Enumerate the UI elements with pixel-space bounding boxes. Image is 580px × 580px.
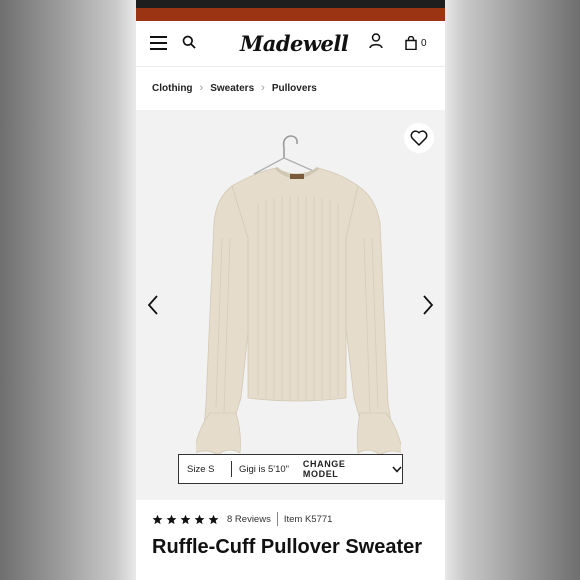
star-icon xyxy=(208,514,219,524)
star-icon xyxy=(180,514,191,524)
account-icon[interactable] xyxy=(368,32,384,50)
breadcrumb: Clothing › Sweaters › Pullovers xyxy=(136,68,445,108)
rating-row: 8 Reviews Item K5771 xyxy=(152,510,332,528)
favorite-button[interactable] xyxy=(404,123,434,153)
product-image[interactable] xyxy=(196,128,401,458)
breadcrumb-clothing[interactable]: Clothing xyxy=(152,83,193,94)
model-size: Size S xyxy=(187,463,215,475)
reviews-link[interactable]: 8 Reviews xyxy=(227,514,271,525)
previous-image-button[interactable] xyxy=(146,294,160,316)
chevron-right-icon xyxy=(423,295,434,315)
search-icon[interactable] xyxy=(180,33,198,51)
star-icon xyxy=(166,514,177,524)
menu-icon[interactable] xyxy=(150,35,170,51)
product-image-gallery: Size S Gigi is 5'10" CHANGE MODEL xyxy=(136,110,445,500)
phone-screen: Madewell 0 Clothing › Sweaters › Pullove… xyxy=(136,0,445,580)
model-info-bar: Size S Gigi is 5'10" CHANGE MODEL xyxy=(178,454,403,484)
divider xyxy=(276,512,278,526)
chevron-right-icon: › xyxy=(199,82,204,94)
change-model-button[interactable]: CHANGE MODEL xyxy=(303,459,402,479)
shopping-bag-icon[interactable] xyxy=(404,35,418,51)
heart-icon xyxy=(410,130,428,146)
brand-logo[interactable]: Madewell xyxy=(240,29,349,59)
item-number: Item K5771 xyxy=(283,513,333,525)
status-bar xyxy=(136,0,445,8)
divider xyxy=(230,461,232,477)
star-icon xyxy=(152,514,163,524)
model-height: Gigi is 5'10" xyxy=(238,463,290,475)
cart-count[interactable]: 0 xyxy=(421,38,427,49)
breadcrumb-sweaters[interactable]: Sweaters xyxy=(210,83,254,94)
breadcrumb-pullovers[interactable]: Pullovers xyxy=(272,83,317,94)
promo-banner-strip xyxy=(136,8,445,21)
site-header: Madewell 0 xyxy=(136,21,445,67)
chevron-left-icon xyxy=(147,295,158,315)
change-model-label: CHANGE MODEL xyxy=(302,459,346,479)
chevron-right-icon: › xyxy=(261,82,265,94)
chevron-down-icon xyxy=(392,466,402,473)
star-rating[interactable] xyxy=(152,514,219,525)
next-image-button[interactable] xyxy=(421,294,435,316)
star-icon xyxy=(194,514,205,524)
product-title: Ruffle-Cuff Pullover Sweater xyxy=(152,536,423,558)
